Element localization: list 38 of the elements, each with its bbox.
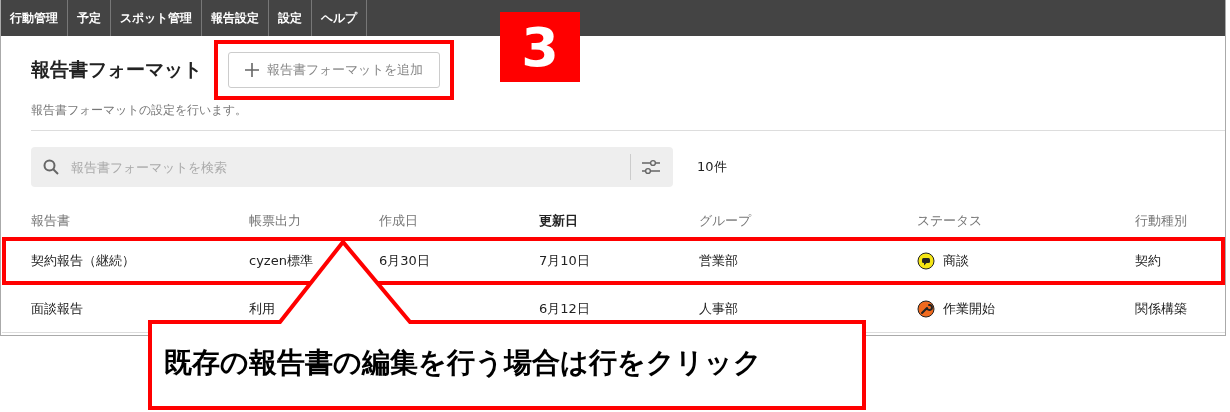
nav-tab[interactable]: 予定 bbox=[68, 0, 111, 36]
search-icon bbox=[43, 159, 59, 175]
table-cell-text: 利用 bbox=[249, 299, 276, 318]
wrench-status-icon bbox=[917, 299, 935, 318]
table-cell-text: 6月12日 bbox=[539, 299, 591, 318]
callout-text: 既存の報告書の編集を行う場合は行をクリック bbox=[164, 345, 762, 381]
table-cell-text: 関係構築 bbox=[1135, 299, 1188, 318]
step-number-badge: 3 bbox=[500, 12, 580, 82]
status-label: 商談 bbox=[943, 252, 969, 270]
table-cell-text: 面談報告 bbox=[31, 299, 84, 318]
column-header[interactable]: 更新日 bbox=[539, 212, 699, 230]
status-label: 作業開始 bbox=[943, 299, 995, 318]
table-cell-text: cyzen標準 bbox=[249, 252, 314, 270]
page-description: 報告書フォーマットの設定を行います。 bbox=[31, 102, 248, 119]
column-header[interactable]: 行動種別 bbox=[1135, 212, 1225, 230]
nav-tab[interactable]: 報告設定 bbox=[202, 0, 269, 36]
nav-tab[interactable]: スポット管理 bbox=[111, 0, 202, 36]
table-cell-text: 6月30日 bbox=[379, 252, 431, 270]
add-format-button[interactable]: 報告書フォーマットを追加 bbox=[228, 52, 440, 88]
column-header[interactable]: 作成日 bbox=[379, 212, 539, 230]
table-cell-text: 契約報告（継続） bbox=[31, 252, 136, 270]
table-cell-text: 7月10日 bbox=[539, 252, 591, 270]
result-count: 10件 bbox=[697, 158, 727, 176]
filter-sliders-icon[interactable] bbox=[641, 159, 661, 175]
table-cell-text: 営業部 bbox=[699, 252, 739, 270]
column-header[interactable]: グループ bbox=[699, 212, 917, 230]
page-title: 報告書フォーマット bbox=[31, 57, 202, 82]
nav-tab[interactable]: ヘルプ bbox=[312, 0, 367, 36]
nav-tab[interactable]: 設定 bbox=[269, 0, 312, 36]
plus-icon bbox=[245, 63, 259, 77]
nav-tab[interactable]: 行動管理 bbox=[1, 0, 68, 36]
table-cell-text: 契約 bbox=[1135, 252, 1162, 270]
column-header[interactable]: ステータス bbox=[917, 212, 1135, 230]
table-row[interactable]: 契約報告（継続） cyzen標準 6月30日 7月10日 営業部 商談 契約 bbox=[2, 237, 1225, 285]
column-header[interactable]: 帳票出力 bbox=[249, 212, 379, 230]
table-cell-text: 人事部 bbox=[699, 299, 739, 318]
column-header[interactable]: 報告書 bbox=[31, 212, 249, 230]
chat-status-icon bbox=[917, 252, 935, 270]
